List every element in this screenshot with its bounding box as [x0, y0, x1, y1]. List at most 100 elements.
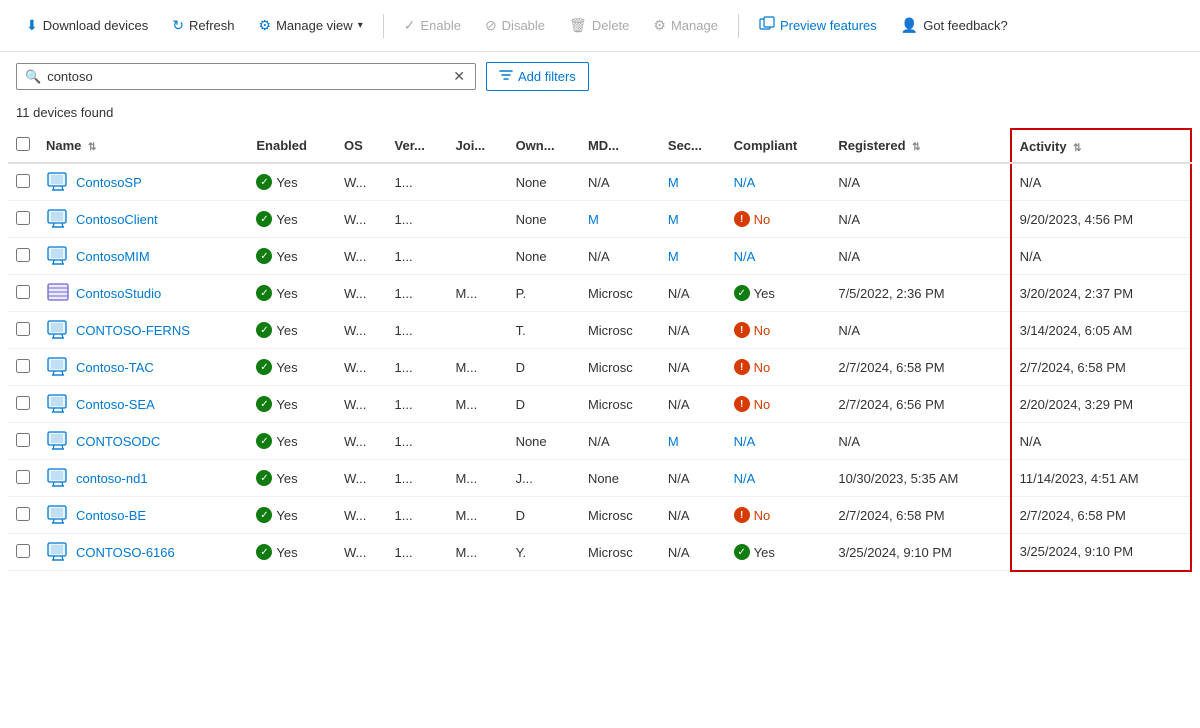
md-cell: M	[580, 201, 660, 238]
enable-button[interactable]: ✓ Enable	[394, 11, 471, 40]
preview-features-button[interactable]: Preview features	[749, 10, 887, 41]
registered-cell: 7/5/2022, 2:36 PM	[830, 275, 1010, 312]
activity-cell: 9/20/2023, 4:56 PM	[1011, 201, 1191, 238]
device-type-icon	[46, 209, 70, 229]
table-row: contoso-nd1 ✓ Yes W...1...M...J... None …	[8, 460, 1191, 497]
refresh-button[interactable]: ↻ Refresh	[162, 11, 244, 40]
registered-sort-icon[interactable]: ⇅	[912, 142, 920, 153]
sec-cell: N/A	[660, 497, 726, 534]
compliant-cell: ! No	[726, 312, 831, 349]
delete-button[interactable]: 🗑 Delete	[559, 11, 639, 40]
enabled-status: ✓ Yes	[256, 470, 328, 486]
registered-cell: 2/7/2024, 6:58 PM	[830, 497, 1010, 534]
device-name-link[interactable]: ContosoMIM	[46, 246, 240, 266]
sec-cell: N/A	[660, 275, 726, 312]
check-icon: ✓	[256, 322, 272, 338]
joi-cell: M...	[448, 460, 508, 497]
enable-icon: ✓	[404, 17, 416, 34]
device-name-link[interactable]: ContosoClient	[46, 209, 240, 229]
device-name-link[interactable]: ContosoSP	[46, 172, 240, 192]
device-name-link[interactable]: Contoso-BE	[46, 505, 240, 525]
row-checkbox[interactable]	[16, 359, 30, 373]
device-type-icon	[46, 283, 70, 303]
row-checkbox[interactable]	[16, 322, 30, 336]
row-checkbox[interactable]	[16, 507, 30, 521]
row-checkbox[interactable]	[16, 211, 30, 225]
device-name-link[interactable]: Contoso-SEA	[46, 394, 240, 414]
registered-cell: 10/30/2023, 5:35 AM	[830, 460, 1010, 497]
device-name-link[interactable]: Contoso-TAC	[46, 357, 240, 377]
sec-link[interactable]: M	[668, 212, 679, 227]
compliant-na-link[interactable]: N/A	[734, 249, 756, 264]
row-checkbox-cell	[8, 386, 38, 423]
device-name: ContosoStudio	[76, 286, 161, 301]
feedback-button[interactable]: 👤 Got feedback?	[891, 11, 1018, 40]
name-sort-icon[interactable]: ⇅	[88, 142, 96, 153]
row-checkbox-cell	[8, 423, 38, 460]
sec-link[interactable]: M	[668, 434, 679, 449]
compliant-na-link[interactable]: N/A	[734, 175, 756, 190]
add-filters-button[interactable]: Add filters	[486, 62, 589, 91]
preview-label: Preview features	[780, 18, 877, 33]
sec-link[interactable]: M	[668, 249, 679, 264]
row-checkbox[interactable]	[16, 544, 30, 558]
os-cell: W...	[336, 238, 387, 275]
activity-sort-icon[interactable]: ⇅	[1073, 143, 1081, 154]
manage-button[interactable]: ⚙ Manage	[643, 11, 728, 40]
device-name-link[interactable]: CONTOSO-FERNS	[46, 320, 240, 340]
compliant-value: Yes	[754, 286, 775, 301]
device-name-link[interactable]: contoso-nd1	[46, 468, 240, 488]
gear-icon: ⚙	[259, 17, 272, 34]
device-count: 11 devices found	[0, 101, 1200, 128]
download-devices-button[interactable]: ⬇ Download devices	[16, 11, 158, 40]
table-row: ContosoSP ✓ Yes W...1...None N/A M N/AN/…	[8, 163, 1191, 201]
manage-view-button[interactable]: ⚙ Manage view ▾	[249, 11, 373, 40]
own-cell: None	[508, 423, 580, 460]
enabled-status: ✓ Yes	[256, 433, 328, 449]
device-name: ContosoClient	[76, 212, 158, 227]
disable-button[interactable]: ⊘ Disable	[475, 11, 555, 40]
activity-cell: 2/20/2024, 3:29 PM	[1011, 386, 1191, 423]
clear-search-button[interactable]: ✕	[451, 68, 467, 85]
compliant-cell: N/A	[726, 163, 831, 201]
device-name-link[interactable]: CONTOSODC	[46, 431, 240, 451]
sec-cell: M	[660, 163, 726, 201]
device-name-link[interactable]: CONTOSO-6166	[46, 542, 240, 562]
row-checkbox[interactable]	[16, 174, 30, 188]
devices-table-wrap: Name ⇅ Enabled OS Ver... Joi... Own... M…	[0, 128, 1200, 572]
device-name-link[interactable]: ContosoStudio	[46, 283, 240, 303]
device-name: CONTOSO-6166	[76, 545, 175, 560]
os-cell: W...	[336, 201, 387, 238]
compliant-exclaim-icon: !	[734, 507, 750, 523]
device-type-icon	[46, 394, 70, 414]
enabled-cell: ✓ Yes	[248, 312, 336, 349]
md-link[interactable]: M	[588, 212, 599, 227]
row-checkbox[interactable]	[16, 396, 30, 410]
compliant-na-link[interactable]: N/A	[734, 434, 756, 449]
row-checkbox[interactable]	[16, 470, 30, 484]
select-all-checkbox[interactable]	[16, 137, 30, 151]
row-checkbox[interactable]	[16, 433, 30, 447]
enabled-cell: ✓ Yes	[248, 201, 336, 238]
sec-link[interactable]: M	[668, 175, 679, 190]
search-input-wrap: 🔍 ✕	[16, 63, 476, 90]
compliant-status: ✓ Yes	[734, 285, 823, 301]
joi-cell	[448, 312, 508, 349]
disable-label: Disable	[502, 18, 545, 33]
manage-label: Manage	[671, 18, 718, 33]
compliant-value: No	[754, 397, 771, 412]
row-checkbox[interactable]	[16, 248, 30, 262]
search-input[interactable]	[47, 69, 451, 84]
enabled-cell: ✓ Yes	[248, 423, 336, 460]
table-row: CONTOSO-FERNS ✓ Yes W...1...T. Microsc N…	[8, 312, 1191, 349]
registered-cell: N/A	[830, 423, 1010, 460]
trash-icon: 🗑	[569, 17, 587, 34]
own-cell: P.	[508, 275, 580, 312]
select-all-header	[8, 129, 38, 163]
row-checkbox[interactable]	[16, 285, 30, 299]
compliant-na-link[interactable]: N/A	[734, 471, 756, 486]
os-cell: W...	[336, 460, 387, 497]
chevron-down-icon: ▾	[358, 20, 363, 31]
md-cell: N/A	[580, 238, 660, 275]
enabled-value: Yes	[276, 212, 297, 227]
